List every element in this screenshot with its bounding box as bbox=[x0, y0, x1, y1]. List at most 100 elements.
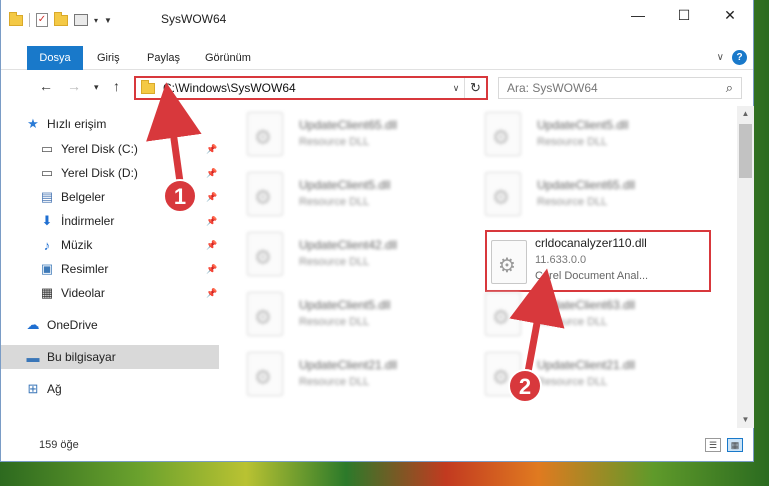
tab-file[interactable]: Dosya bbox=[27, 46, 83, 70]
dll-file-icon bbox=[485, 112, 521, 156]
sidebar-item-label: Ağ bbox=[47, 382, 62, 396]
vertical-scrollbar[interactable]: ▲ ▼ bbox=[737, 106, 754, 428]
up-button[interactable]: ↑ bbox=[113, 78, 120, 94]
sidebar-item-label: Belgeler bbox=[61, 190, 106, 204]
download-icon: ⬇ bbox=[41, 213, 53, 228]
navigation-bar: ← → ▾ ↑ C:\Windows\SysWOW64 ∨ ↻ Ara: Sys… bbox=[1, 74, 753, 102]
details-view-icon[interactable]: ☰ bbox=[705, 438, 721, 452]
customize-toolbar-chevron-icon[interactable]: ▾ bbox=[94, 16, 98, 25]
recent-locations-icon[interactable]: ▾ bbox=[94, 82, 99, 93]
file-type: Resource DLL bbox=[299, 136, 370, 148]
file-type: Resource DLL bbox=[537, 196, 608, 208]
file-type: Resource DLL bbox=[299, 316, 370, 328]
sidebar-item-label: İndirmeler bbox=[61, 214, 115, 228]
folder-icon bbox=[141, 79, 155, 94]
search-input[interactable]: Ara: SysWOW64 ⌕ bbox=[498, 77, 742, 99]
explorer-window: ✓ ▾ ▼ SysWOW64 — ☐ ✕ Dosya Giriş Paylaş … bbox=[0, 0, 754, 462]
file-name: UpdateClient21.dll bbox=[299, 358, 398, 372]
tab-share[interactable]: Paylaş bbox=[147, 46, 180, 70]
dll-file-icon bbox=[247, 292, 283, 336]
pin-icon[interactable]: 📌 bbox=[206, 144, 217, 155]
status-bar: 159 öğe ☰ ▦ bbox=[1, 434, 753, 458]
sidebar-item-pictures[interactable]: ▣ Resimler 📌 bbox=[1, 257, 219, 281]
sidebar-item-label: Müzik bbox=[61, 238, 93, 252]
list-item[interactable]: UpdateClient5.dll Resource DLL bbox=[485, 110, 715, 166]
close-button[interactable]: ✕ bbox=[707, 0, 753, 30]
minimize-button[interactable]: — bbox=[615, 0, 661, 30]
scroll-down-icon[interactable]: ▼ bbox=[737, 412, 754, 428]
back-button[interactable]: ← bbox=[39, 78, 53, 94]
file-list: UpdateClient65.dll Resource DLL UpdateCl… bbox=[223, 106, 733, 426]
scroll-thumb[interactable] bbox=[739, 124, 752, 178]
drive-icon: ▭ bbox=[40, 141, 54, 156]
list-item[interactable]: UpdateClient21.dll Resource DLL bbox=[247, 350, 477, 406]
list-item[interactable]: UpdateClient65.dll Resource DLL bbox=[247, 110, 477, 166]
toolbar-dropdown-icon[interactable]: ▼ bbox=[104, 16, 112, 25]
sidebar-item-videos[interactable]: ▦ Videolar 📌 bbox=[1, 281, 219, 305]
rename-icon[interactable] bbox=[74, 14, 88, 26]
sidebar-item-this-pc[interactable]: ▬ Bu bilgisayar bbox=[1, 345, 219, 369]
sidebar-item-label: Videolar bbox=[61, 286, 105, 300]
forward-button[interactable]: → bbox=[67, 78, 81, 94]
list-item[interactable]: UpdateClient65.dll Resource DLL bbox=[485, 170, 715, 226]
address-bar[interactable]: C:\Windows\SysWOW64 ∨ ↻ bbox=[134, 76, 488, 100]
file-name: UpdateClient65.dll bbox=[537, 178, 636, 192]
maximize-button[interactable]: ☐ bbox=[661, 0, 707, 30]
sidebar-item-label: OneDrive bbox=[47, 318, 98, 332]
pin-icon[interactable]: 📌 bbox=[206, 168, 217, 179]
toolbar-separator bbox=[29, 13, 30, 27]
address-path[interactable]: C:\Windows\SysWOW64 bbox=[163, 81, 448, 95]
folder-icon bbox=[9, 11, 23, 26]
sidebar-item-documents[interactable]: ▤ Belgeler 📌 bbox=[1, 185, 219, 209]
file-type: Resource DLL bbox=[537, 316, 608, 328]
list-item[interactable]: UpdateClient5.dll Resource DLL bbox=[247, 170, 477, 226]
dll-file-icon bbox=[485, 172, 521, 216]
scroll-up-icon[interactable]: ▲ bbox=[737, 106, 754, 122]
file-name: UpdateClient5.dll bbox=[299, 178, 391, 192]
highlighted-file-crldocanalyzer110[interactable]: crldocanalyzer110.dll 11.633.0.0 Corel D… bbox=[485, 230, 711, 292]
list-item[interactable]: UpdateClient21.dll Resource DLL bbox=[485, 350, 715, 406]
sidebar-item-disk-d[interactable]: ▭ Yerel Disk (D:) 📌 bbox=[1, 161, 219, 185]
item-count: 159 öğe bbox=[39, 439, 79, 451]
file-name: UpdateClient42.dll bbox=[299, 238, 398, 252]
pin-icon[interactable]: 📌 bbox=[206, 240, 217, 251]
search-icon[interactable]: ⌕ bbox=[726, 80, 733, 96]
sidebar-item-label: Hızlı erişim bbox=[47, 117, 107, 131]
file-type: Resource DLL bbox=[299, 256, 370, 268]
file-name: UpdateClient5.dll bbox=[299, 298, 391, 312]
dll-file-icon bbox=[247, 112, 283, 156]
title-bar: ✓ ▾ ▼ SysWOW64 — ☐ ✕ bbox=[1, 0, 753, 40]
tab-view[interactable]: Görünüm bbox=[205, 46, 251, 70]
tab-home[interactable]: Giriş bbox=[97, 46, 120, 70]
sidebar-item-onedrive[interactable]: ☁ OneDrive bbox=[1, 313, 219, 337]
file-type: Resource DLL bbox=[537, 376, 608, 388]
pin-icon[interactable]: 📌 bbox=[206, 192, 217, 203]
properties-check-icon[interactable]: ✓ bbox=[36, 13, 48, 27]
sidebar-item-downloads[interactable]: ⬇ İndirmeler 📌 bbox=[1, 209, 219, 233]
sidebar-item-quick-access[interactable]: ★ Hızlı erişim bbox=[1, 112, 219, 136]
computer-icon: ▬ bbox=[26, 349, 40, 365]
pin-icon[interactable]: 📌 bbox=[206, 264, 217, 275]
refresh-icon[interactable]: ↻ bbox=[464, 78, 486, 98]
pin-icon[interactable]: 📌 bbox=[206, 216, 217, 227]
list-item[interactable]: UpdateClient42.dll Resource DLL bbox=[247, 230, 477, 286]
sidebar-item-music[interactable]: ♪ Müzik 📌 bbox=[1, 233, 219, 257]
file-name: UpdateClient21.dll bbox=[537, 358, 636, 372]
file-type: Resource DLL bbox=[299, 376, 370, 388]
expand-ribbon-chevron-icon[interactable]: ∨ bbox=[717, 52, 724, 63]
help-icon[interactable]: ? bbox=[732, 50, 747, 65]
sidebar-item-disk-c[interactable]: ▭ Yerel Disk (C:) 📌 bbox=[1, 137, 219, 161]
sidebar-item-label: Bu bilgisayar bbox=[47, 350, 116, 364]
address-dropdown-icon[interactable]: ∨ bbox=[448, 83, 464, 94]
search-placeholder: Ara: SysWOW64 bbox=[507, 81, 598, 95]
sidebar-item-network[interactable]: ⊞ Ağ bbox=[1, 377, 219, 401]
dll-file-icon bbox=[491, 240, 527, 284]
list-item[interactable]: UpdateClient63.dll Resource DLL bbox=[485, 290, 715, 346]
tiles-view-icon[interactable]: ▦ bbox=[727, 438, 743, 452]
file-type: Resource DLL bbox=[299, 196, 370, 208]
list-item[interactable]: UpdateClient5.dll Resource DLL bbox=[247, 290, 477, 346]
file-version: 11.633.0.0 bbox=[535, 254, 587, 266]
new-folder-icon[interactable] bbox=[54, 11, 68, 26]
file-name: UpdateClient63.dll bbox=[537, 298, 636, 312]
pin-icon[interactable]: 📌 bbox=[206, 288, 217, 299]
